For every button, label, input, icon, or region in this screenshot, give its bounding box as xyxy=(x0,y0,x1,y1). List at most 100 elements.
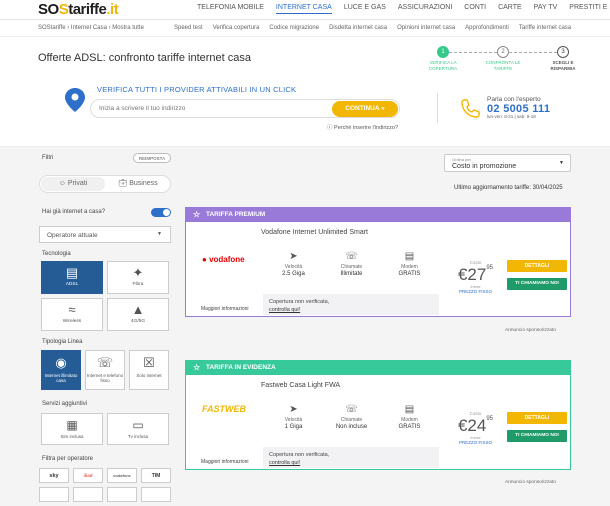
top-bar: SOStariffe.it TELEFONIA MOBILE INTERNET … xyxy=(0,0,610,20)
operator-logo-7[interactable] xyxy=(107,487,137,502)
subnav-disdetta[interactable]: Disdetta internet casa xyxy=(329,25,387,31)
topnav-pay-tv[interactable]: PAY TV xyxy=(534,4,558,14)
call-me-button[interactable]: TI CHIAMIAMO NOI xyxy=(507,278,567,290)
extra-tv-tile[interactable]: ▭ Tv inclusa xyxy=(107,413,169,445)
phone-icon: ☏ xyxy=(345,251,358,262)
step-connector xyxy=(509,52,557,53)
feature-label: Chiamate xyxy=(340,417,363,423)
offer-badge-label: TARIFFA PREMIUM xyxy=(206,211,266,218)
line-tel-fisso-tile[interactable]: ☏ Internet e telefono fisso xyxy=(85,350,125,390)
coverage-link[interactable]: controlla qui! xyxy=(269,460,300,466)
subnav-verifica-copertura[interactable]: Verifica copertura xyxy=(213,25,260,31)
continua-button[interactable]: CONTINUA » xyxy=(332,101,398,117)
brand-name: FASTWEB xyxy=(202,404,246,414)
feature-value: 2.5 Gigа xyxy=(282,271,305,277)
sub-nav: Speed test Verifica copertura Codice mig… xyxy=(174,25,581,31)
step-connector xyxy=(449,52,497,53)
operator-logo-6[interactable] xyxy=(73,487,103,502)
feature-label: Velocità xyxy=(284,264,303,270)
operator-logo-8[interactable] xyxy=(141,487,171,502)
topnav-assicurazioni[interactable]: ASSICURAZIONI xyxy=(398,4,452,14)
business-label: Business xyxy=(129,180,158,187)
price-int: €24 xyxy=(457,416,487,435)
step-2-label: CONFRONTA LE TARIFFE xyxy=(485,60,521,71)
coverage-link[interactable]: controlla qui! xyxy=(269,307,300,313)
feature-label: Velocità xyxy=(284,417,303,423)
extra-sim-tile[interactable]: ▦ Sim inclusa xyxy=(41,413,103,445)
tech-wireless-tile[interactable]: ≈ Wireless xyxy=(41,298,103,331)
breadcrumb[interactable]: SOStariffe › Internet Casa › Mostra tutt… xyxy=(38,25,144,31)
topnav-internet-casa[interactable]: INTERNET CASA xyxy=(275,4,332,14)
operator-sky[interactable]: sky xyxy=(39,468,69,483)
phone-icon: ☏ xyxy=(345,404,358,415)
feature-label: Modem xyxy=(401,264,418,270)
line-illimitato-tile[interactable]: ◉ Internet illimitato casa xyxy=(41,350,81,390)
privati-toggle[interactable]: ☺ Privati xyxy=(41,177,105,191)
feature-modem: ▤ Modem GRATIS xyxy=(382,251,437,277)
operator-logo-5[interactable] xyxy=(39,487,69,502)
address-input[interactable] xyxy=(99,105,319,112)
has-internet-switch[interactable] xyxy=(151,208,171,217)
subnav-opinioni[interactable]: Opinioni internet casa xyxy=(397,25,455,31)
tech-adsl-tile[interactable]: ▤ ADSL xyxy=(41,261,103,294)
operator-vodafone[interactable]: vodafone xyxy=(107,468,137,483)
line-solo-internet-tile[interactable]: ☒ Solo internet xyxy=(129,350,169,390)
caret-down-icon: ▼ xyxy=(559,160,564,166)
map-pin-icon xyxy=(65,88,85,112)
vodafone-logo: ● vodafone xyxy=(202,255,245,264)
sim-icon: ▦ xyxy=(66,418,78,432)
coverage-text: Copertura non verificata, xyxy=(269,299,330,305)
price-decimals: 95 xyxy=(486,416,494,422)
subnav-tariffe[interactable]: Tariffe internet casa xyxy=(519,25,571,31)
details-button[interactable]: DETTAGLI xyxy=(507,412,567,424)
address-search: CONTINUA » xyxy=(90,99,400,118)
details-button[interactable]: DETTAGLI xyxy=(507,260,567,272)
globe-icon: ◉ xyxy=(55,355,67,370)
line-section-title: Tipologia Linea xyxy=(42,339,83,345)
price-box: Costo €2795 /mese PREZZO FISSO xyxy=(448,260,503,294)
reset-filters-button[interactable]: REIMPOSTA xyxy=(133,153,171,163)
more-info-link[interactable]: Maggiori informazioni xyxy=(201,459,249,465)
price-box: Costo €2495 /mese PREZZO FISSO xyxy=(448,411,503,445)
sponsored-label: Annuncio sponsorizzato xyxy=(505,480,556,485)
tech-fibra-label: Fibra xyxy=(132,282,144,287)
tech-wireless-label: Wireless xyxy=(62,319,82,324)
router-icon: ▤ xyxy=(65,265,79,280)
signal-icon: ▲ xyxy=(131,302,145,317)
topnav-telefonia-mobile[interactable]: TELEFONIA MOBILE xyxy=(197,4,264,14)
current-operator-value: Operatore attuale xyxy=(47,232,98,239)
call-me-button[interactable]: TI CHIAMIAMO NOI xyxy=(507,430,567,442)
feature-calls: ☏ Chiamate Illimitate xyxy=(324,251,379,277)
operator-iliad[interactable]: iliad xyxy=(73,468,103,483)
sort-value: Costo in promozione xyxy=(452,163,517,170)
topnav-luce-gas[interactable]: LUCE E GAS xyxy=(344,4,386,14)
more-info-link[interactable]: Maggiori informazioni xyxy=(201,306,249,312)
tech-4g5g-tile[interactable]: ▲ 4G/5G xyxy=(107,298,169,331)
progress-steps: 1 2 3 VERIFICA LA COPERTURA CONFRONTA LE… xyxy=(428,46,578,76)
sub-bar: SOStariffe › Internet Casa › Mostra tutt… xyxy=(0,20,610,37)
feature-modem: ▤ Modem GRATIS xyxy=(382,404,437,430)
step-3-circle: 3 xyxy=(557,46,569,58)
subnav-speed-test[interactable]: Speed test xyxy=(174,25,203,31)
fiber-icon: ✦ xyxy=(132,265,144,280)
offer-badge: ☆ TARIFFA IN EVIDENZA xyxy=(186,361,570,375)
subnav-codice-migrazione[interactable]: Codice migrazione xyxy=(269,25,319,31)
operator-tim[interactable]: TIM xyxy=(141,468,171,483)
rocket-icon: ➤ xyxy=(289,251,298,262)
offer-title: Fastweb Casa Light FWA xyxy=(261,382,341,389)
wifi-icon: ≈ xyxy=(68,302,76,317)
business-toggle[interactable]: 💼︎ Business xyxy=(106,177,170,191)
why-address-link[interactable]: ⓘ Perché inserire l'indirizzo? xyxy=(327,123,398,131)
page-header: Offerte ADSL: confronto tariffe internet… xyxy=(0,37,610,147)
topnav-carte[interactable]: CARTE xyxy=(498,4,522,14)
topnav-prestiti-mutui[interactable]: PRESTITI E MUTUI xyxy=(569,4,610,14)
fixed-price-label: PREZZO FISSO xyxy=(458,289,492,294)
current-operator-select[interactable]: Operatore attuale ▼ xyxy=(39,226,171,243)
top-nav: TELEFONIA MOBILE INTERNET CASA LUCE E GA… xyxy=(197,4,610,14)
subnav-approfondimenti[interactable]: Approfondimenti xyxy=(465,25,509,31)
phone-globe-icon: ☏ xyxy=(96,355,114,370)
topnav-conti[interactable]: CONTI xyxy=(464,4,486,14)
sort-select[interactable]: Ordina per Costo in promozione ▼ xyxy=(444,154,571,172)
tech-fibra-tile[interactable]: ✦ Fibra xyxy=(107,261,169,294)
site-logo[interactable]: SOStariffe.it xyxy=(38,1,119,18)
